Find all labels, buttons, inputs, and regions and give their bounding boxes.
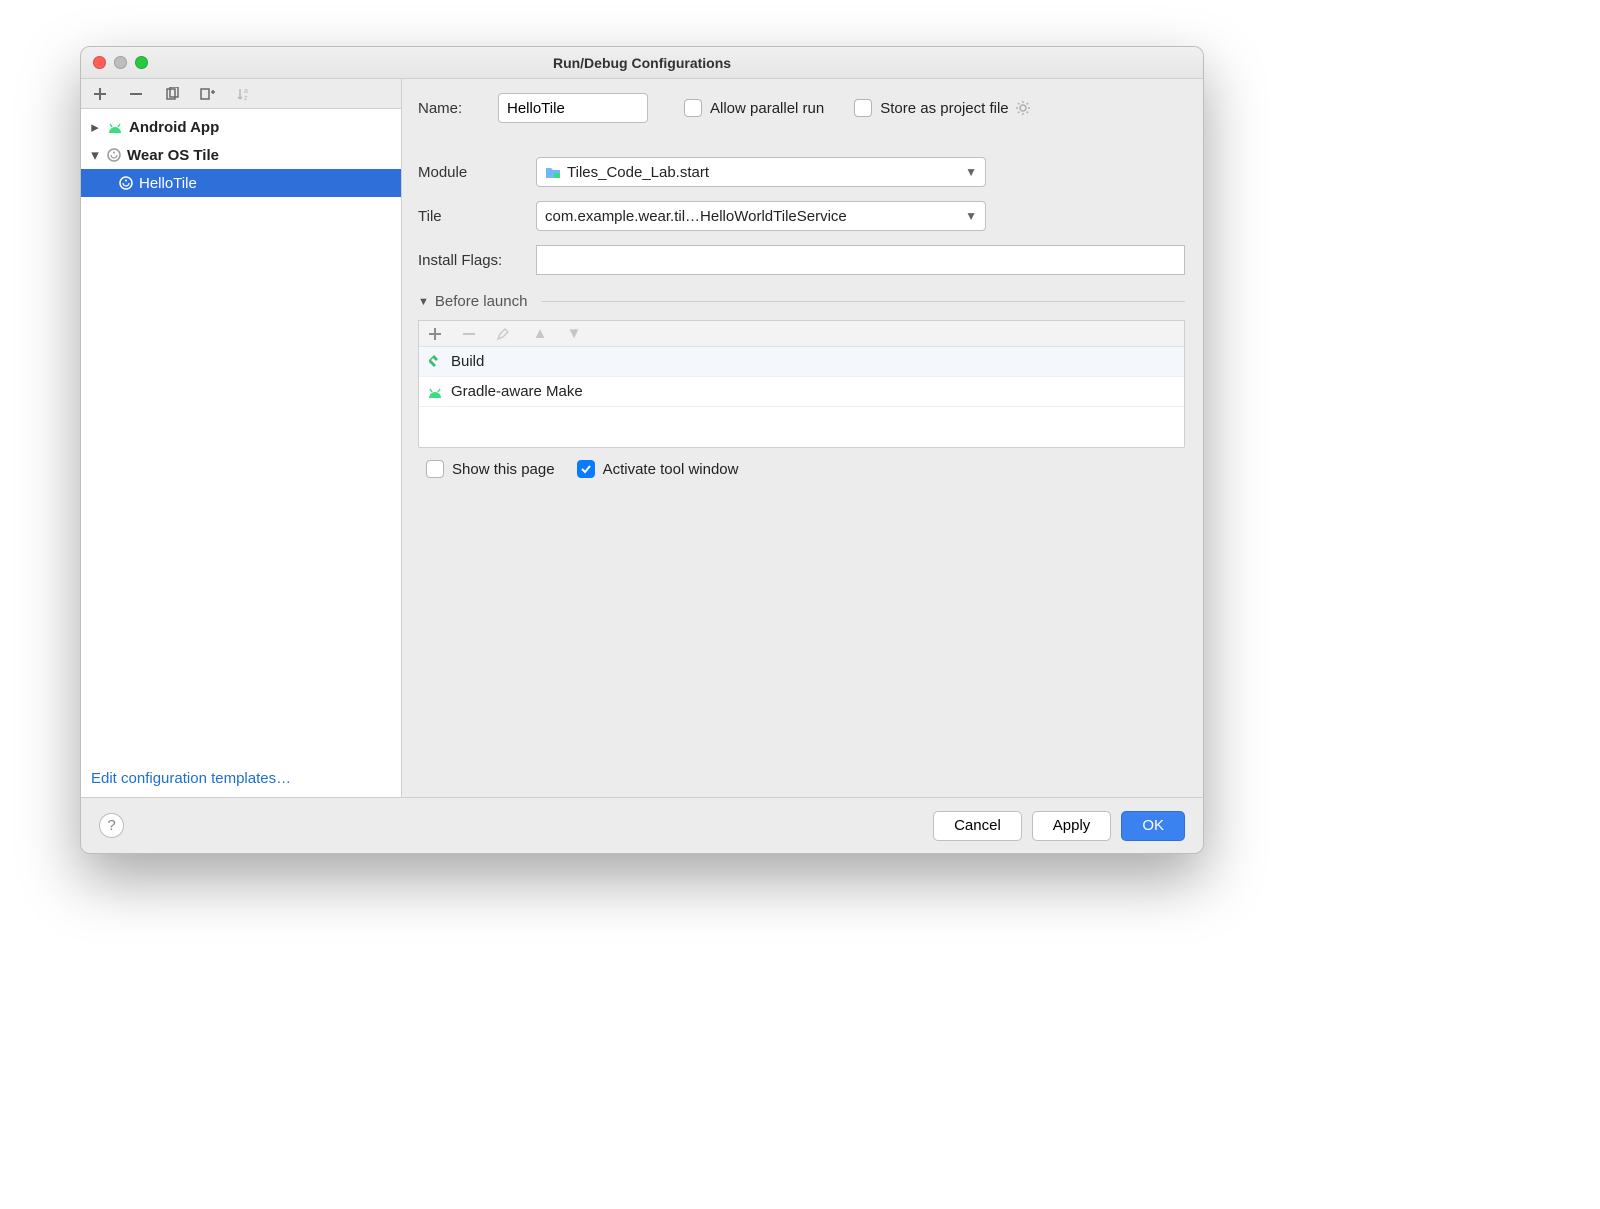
sidebar-toolbar: az xyxy=(81,79,401,109)
tree-group-label: Android App xyxy=(129,119,219,136)
window-controls xyxy=(93,56,148,69)
bl-up-button[interactable]: ▲ xyxy=(531,325,549,342)
titlebar: Run/Debug Configurations xyxy=(81,47,1203,79)
svg-text:a: a xyxy=(244,88,248,95)
allow-parallel-label: Allow parallel run xyxy=(710,100,824,117)
tree-item-label: HelloTile xyxy=(139,175,197,192)
tile-label: Tile xyxy=(418,208,536,225)
before-launch-toolbar: ▲ ▼ xyxy=(419,321,1184,347)
chevron-down-icon: ▾ xyxy=(89,146,101,164)
android-icon xyxy=(427,386,443,398)
chevron-down-icon: ▼ xyxy=(965,165,977,179)
allow-parallel-checkbox[interactable] xyxy=(684,99,702,117)
config-tree[interactable]: ▸ Android App ▾ Wear OS Tile xyxy=(81,109,401,762)
add-config-button[interactable] xyxy=(91,85,109,103)
bl-item-build[interactable]: Build xyxy=(419,347,1184,377)
before-launch-title: Before launch xyxy=(435,293,528,310)
tree-group-label: Wear OS Tile xyxy=(127,147,219,164)
store-project-label: Store as project file xyxy=(880,100,1008,117)
module-label: Module xyxy=(418,164,536,181)
gear-icon[interactable] xyxy=(1015,100,1031,116)
name-input[interactable] xyxy=(498,93,648,123)
module-icon xyxy=(545,165,561,179)
bl-down-button[interactable]: ▼ xyxy=(565,325,583,342)
dialog-footer: ? Cancel Apply OK xyxy=(81,797,1203,853)
tile-value: com.example.wear.til…HelloWorldTileServi… xyxy=(545,208,847,225)
name-label: Name: xyxy=(418,100,498,117)
tree-group-wear-tile[interactable]: ▾ Wear OS Tile xyxy=(81,141,401,169)
before-launch-list[interactable]: Build Gradle-aware Make xyxy=(419,347,1184,447)
tree-group-android-app[interactable]: ▸ Android App xyxy=(81,113,401,141)
hammer-icon xyxy=(427,354,443,370)
wear-icon xyxy=(107,148,121,162)
chevron-right-icon: ▸ xyxy=(89,118,101,136)
save-config-button[interactable] xyxy=(199,85,217,103)
bl-add-button[interactable] xyxy=(429,328,447,340)
ok-button[interactable]: OK xyxy=(1121,811,1185,841)
svg-text:z: z xyxy=(244,95,248,101)
tile-combo[interactable]: com.example.wear.til…HelloWorldTileServi… xyxy=(536,201,986,231)
store-project-checkbox[interactable] xyxy=(854,99,872,117)
section-collapse-icon[interactable]: ▼ xyxy=(418,296,429,308)
activate-tool-label: Activate tool window xyxy=(603,461,739,478)
before-launch-section: ▼ Before launch ▲ ▼ xyxy=(418,293,1185,478)
minimize-window-button[interactable] xyxy=(114,56,127,69)
configurations-sidebar: az ▸ Android App ▾ Wear OS Tile xyxy=(81,79,402,797)
cancel-button[interactable]: Cancel xyxy=(933,811,1022,841)
android-icon xyxy=(107,121,123,133)
bl-item-gradle[interactable]: Gradle-aware Make xyxy=(419,377,1184,407)
config-panel: Name: Allow parallel run Store as projec… xyxy=(402,79,1203,797)
window-title: Run/Debug Configurations xyxy=(81,55,1203,71)
show-this-page-label: Show this page xyxy=(452,461,555,478)
tree-item-hellotile[interactable]: HelloTile xyxy=(81,169,401,197)
install-flags-input[interactable] xyxy=(536,245,1185,275)
close-window-button[interactable] xyxy=(93,56,106,69)
chevron-down-icon: ▼ xyxy=(965,209,977,223)
module-value: Tiles_Code_Lab.start xyxy=(567,164,709,181)
dialog-window: Run/Debug Configurations az xyxy=(80,46,1204,854)
install-flags-label: Install Flags: xyxy=(418,252,536,269)
module-combo[interactable]: Tiles_Code_Lab.start ▼ xyxy=(536,157,986,187)
help-button[interactable]: ? xyxy=(99,813,124,838)
show-this-page-checkbox[interactable] xyxy=(426,460,444,478)
copy-config-button[interactable] xyxy=(163,85,181,103)
remove-config-button[interactable] xyxy=(127,85,145,103)
bl-item-label: Build xyxy=(451,353,484,370)
wear-icon xyxy=(119,176,133,190)
zoom-window-button[interactable] xyxy=(135,56,148,69)
sort-config-button[interactable]: az xyxy=(235,85,253,103)
apply-button[interactable]: Apply xyxy=(1032,811,1112,841)
activate-tool-checkbox[interactable] xyxy=(577,460,595,478)
bl-edit-button[interactable] xyxy=(497,328,515,340)
bl-item-label: Gradle-aware Make xyxy=(451,383,583,400)
edit-templates-link[interactable]: Edit configuration templates… xyxy=(91,770,291,787)
bl-remove-button[interactable] xyxy=(463,328,481,340)
